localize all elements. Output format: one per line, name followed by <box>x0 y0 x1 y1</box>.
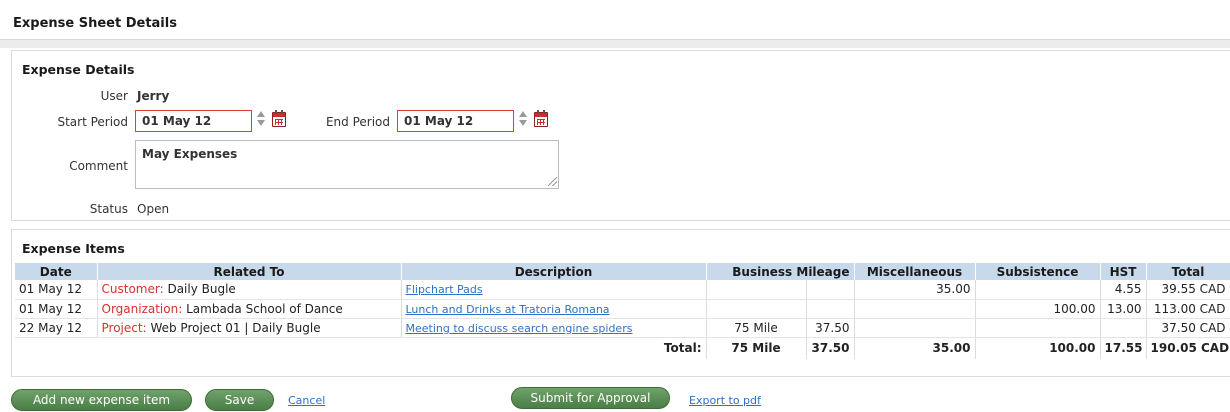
cell-miscellaneous: 35.00 <box>854 280 976 300</box>
comment-textarea[interactable]: May Expenses <box>135 140 559 189</box>
start-period-label: Start Period <box>57 115 128 129</box>
status-value: Open <box>137 202 170 216</box>
calendar-icon[interactable] <box>534 110 548 127</box>
column-header-date[interactable]: Date <box>15 263 98 280</box>
cell-date: 01 May 12 <box>15 280 98 300</box>
save-button[interactable]: Save <box>205 389 274 411</box>
totals-row: Total: 75 Mile 37.50 35.00 100.00 17.55 … <box>15 337 1230 359</box>
cell-miscellaneous <box>854 299 976 319</box>
cell-subsistence <box>975 318 1101 338</box>
cancel-link[interactable]: Cancel <box>288 394 325 407</box>
page-title: Expense Sheet Details <box>13 16 177 31</box>
cell-mileage <box>706 280 807 300</box>
cell-mileage-amount <box>806 280 855 300</box>
cell-description: Lunch and Drinks at Tratoria Romana <box>401 299 707 319</box>
table-row: 22 May 12 Project: Web Project 01 | Dail… <box>15 318 1230 338</box>
export-to-pdf-link[interactable]: Export to pdf <box>689 394 761 407</box>
submit-for-approval-button[interactable]: Submit for Approval <box>511 387 670 409</box>
user-label: User <box>100 89 128 103</box>
expense-items-table: Date Related To Description Business Mil… <box>15 263 1230 359</box>
end-period-label: End Period <box>325 115 390 129</box>
expense-items-title: Expense Items <box>22 241 125 256</box>
cell-related-to: Organization: Lambada School of Dance <box>97 299 402 319</box>
table-row: 01 May 12 Organization: Lambada School o… <box>15 299 1230 319</box>
cell-subsistence <box>975 280 1101 300</box>
column-header-subsistence[interactable]: Subsistence <box>975 263 1101 280</box>
cell-miscellaneous <box>854 318 976 338</box>
grand-total: 190.05 CAD <box>1146 337 1230 359</box>
column-header-miscellaneous[interactable]: Miscellaneous <box>854 263 976 280</box>
related-type: Organization: <box>101 301 183 316</box>
description-link[interactable]: Flipchart Pads <box>406 283 483 296</box>
column-header-hst[interactable]: HST <box>1100 263 1147 280</box>
cell-description: Flipchart Pads <box>401 280 707 300</box>
cell-date: 22 May 12 <box>15 318 98 338</box>
column-header-description[interactable]: Description <box>401 263 707 280</box>
expense-details-title: Expense Details <box>22 62 135 77</box>
related-name: Lambada School of Dance <box>186 301 343 316</box>
cell-date: 01 May 12 <box>15 299 98 319</box>
description-link[interactable]: Lunch and Drinks at Tratoria Romana <box>406 303 610 316</box>
status-label: Status <box>89 202 128 216</box>
total-mileage: 75 Mile <box>706 337 807 359</box>
header-divider <box>0 40 1230 48</box>
cell-hst: 13.00 <box>1100 299 1147 319</box>
calendar-icon[interactable] <box>272 110 286 127</box>
user-value: Jerry <box>137 89 170 103</box>
cell-subsistence: 100.00 <box>975 299 1101 319</box>
total-hst: 17.55 <box>1100 337 1147 359</box>
total-miscellaneous: 35.00 <box>854 337 976 359</box>
table-header-row: Date Related To Description Business Mil… <box>15 263 1230 280</box>
related-name: Web Project 01 | Daily Bugle <box>150 320 321 335</box>
column-header-total[interactable]: Total <box>1146 263 1230 280</box>
total-mileage-amount: 37.50 <box>806 337 855 359</box>
cell-total: 37.50 CAD <box>1146 318 1230 338</box>
total-label: Total: <box>401 337 707 359</box>
add-expense-item-button[interactable]: Add new expense item <box>11 389 192 411</box>
related-name: Daily Bugle <box>167 282 236 297</box>
start-period-spinner[interactable] <box>256 110 266 128</box>
cell-related-to: Project: Web Project 01 | Daily Bugle <box>97 318 402 338</box>
page-header: Expense Sheet Details <box>0 0 1230 40</box>
expense-details-panel <box>11 50 1230 221</box>
cell-mileage-amount <box>806 299 855 319</box>
related-type: Project: <box>101 320 147 335</box>
description-link[interactable]: Meeting to discuss search engine spiders <box>406 322 633 335</box>
total-subsistence: 100.00 <box>975 337 1101 359</box>
comment-label: Comment <box>69 159 128 173</box>
table-row: 01 May 12 Customer: Daily Bugle Flipchar… <box>15 280 1230 300</box>
start-period-input[interactable]: 01 May 12 <box>135 110 252 132</box>
resize-grip-icon[interactable] <box>548 177 557 186</box>
cell-related-to: Customer: Daily Bugle <box>97 280 402 300</box>
cell-total: 39.55 CAD <box>1146 280 1230 300</box>
column-header-business-mileage[interactable]: Business Mileage <box>706 263 855 280</box>
cell-description: Meeting to discuss search engine spiders <box>401 318 707 338</box>
cell-mileage: 75 Mile <box>706 318 807 338</box>
cell-hst: 4.55 <box>1100 280 1147 300</box>
end-period-spinner[interactable] <box>518 110 528 128</box>
cell-mileage-amount: 37.50 <box>806 318 855 338</box>
column-header-related-to[interactable]: Related To <box>97 263 402 280</box>
cell-mileage <box>706 299 807 319</box>
related-type: Customer: <box>101 282 164 297</box>
cell-total: 113.00 CAD <box>1146 299 1230 319</box>
cell-hst <box>1100 318 1147 338</box>
end-period-input[interactable]: 01 May 12 <box>397 110 514 132</box>
